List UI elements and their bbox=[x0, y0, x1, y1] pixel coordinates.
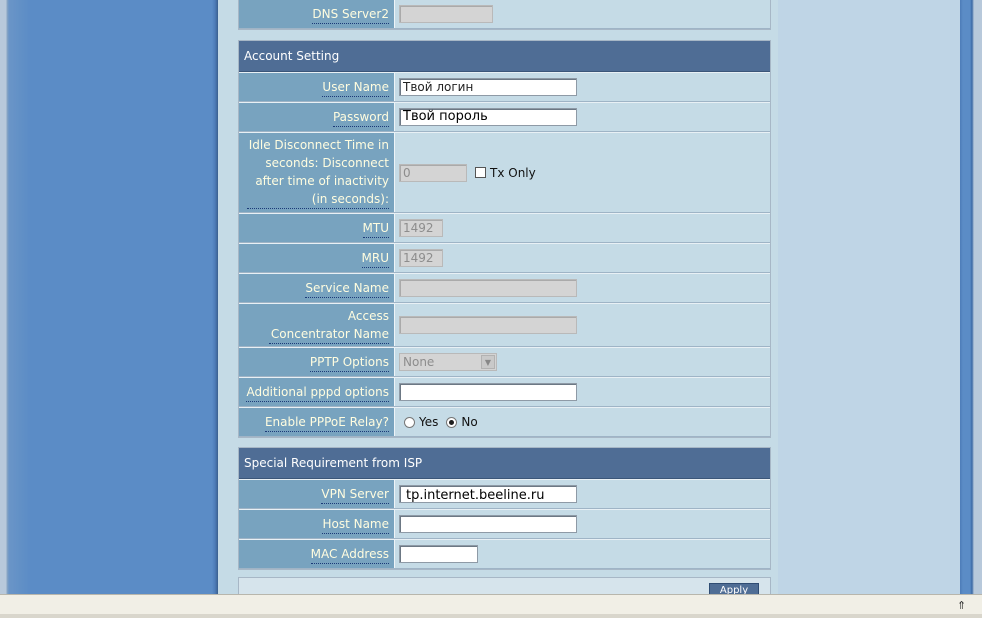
tx-only-checkbox[interactable] bbox=[475, 167, 486, 178]
access-concentrator-row: Access Concentrator Name bbox=[239, 303, 770, 347]
pppoe-relay-value-cell: Yes No bbox=[395, 408, 770, 436]
username-label: User Name bbox=[239, 73, 395, 101]
chevron-down-icon: ▼ bbox=[481, 355, 495, 369]
pppoe-relay-no-radio[interactable] bbox=[446, 416, 458, 428]
special-requirement-header: Special Requirement from ISP bbox=[239, 448, 770, 479]
idle-value-cell: 0 Tx Only bbox=[395, 133, 770, 212]
host-name-input[interactable] bbox=[399, 515, 577, 533]
special-requirement-block: Special Requirement from ISP VPN Server … bbox=[238, 447, 771, 570]
username-row: User Name Твой логин bbox=[239, 72, 770, 102]
vpn-server-input[interactable]: tp.internet.beeline.ru bbox=[399, 485, 577, 503]
service-name-value-cell bbox=[395, 274, 770, 302]
pppoe-relay-yes-label: Yes bbox=[419, 415, 439, 429]
vpn-server-label: VPN Server bbox=[239, 480, 395, 508]
host-name-value-cell bbox=[395, 510, 770, 538]
mac-address-label: MAC Address bbox=[239, 540, 395, 568]
access-concentrator-label: Access Concentrator Name bbox=[239, 304, 395, 346]
account-setting-header: Account Setting bbox=[239, 41, 770, 72]
username-input[interactable]: Твой логин bbox=[399, 78, 577, 96]
pppoe-relay-no-label: No bbox=[461, 415, 478, 429]
service-name-row: Service Name bbox=[239, 273, 770, 303]
mac-address-input[interactable] bbox=[399, 545, 478, 563]
password-input[interactable]: Твой пороль bbox=[399, 108, 577, 126]
service-name-input[interactable] bbox=[399, 279, 577, 297]
pptp-options-value-cell: None ▼ bbox=[395, 348, 770, 376]
right-panel bbox=[778, 0, 982, 594]
mtu-label: MTU bbox=[239, 214, 395, 242]
idle-time-input[interactable]: 0 bbox=[399, 163, 467, 182]
taskbar-strip bbox=[0, 614, 982, 618]
mru-row: MRU 1492 bbox=[239, 243, 770, 273]
mac-address-value-cell bbox=[395, 540, 770, 568]
mac-address-row: MAC Address bbox=[239, 539, 770, 569]
right-edge bbox=[960, 0, 982, 594]
apply-area: Apply bbox=[238, 577, 771, 595]
idle-label: Idle Disconnect Time in seconds: Disconn… bbox=[239, 133, 395, 212]
mtu-row: MTU 1492 bbox=[239, 213, 770, 243]
tx-only-label: Tx Only bbox=[490, 165, 536, 180]
vpn-server-row: VPN Server tp.internet.beeline.ru bbox=[239, 479, 770, 509]
left-sidebar bbox=[0, 0, 218, 594]
pptp-options-row: PPTP Options None ▼ bbox=[239, 347, 770, 377]
password-value-cell: Твой пороль bbox=[395, 103, 770, 131]
dns2-input[interactable] bbox=[399, 5, 493, 23]
pppoe-relay-label: Enable PPPoE Relay? bbox=[239, 408, 395, 436]
pptp-options-label: PPTP Options bbox=[239, 348, 395, 376]
vpn-server-value-cell: tp.internet.beeline.ru bbox=[395, 480, 770, 508]
pppoe-relay-row: Enable PPPoE Relay? Yes No bbox=[239, 407, 770, 437]
host-name-label: Host Name bbox=[239, 510, 395, 538]
dns2-value-cell bbox=[395, 0, 770, 28]
additional-pppd-row: Additional pppd options bbox=[239, 377, 770, 407]
mru-input[interactable]: 1492 bbox=[399, 249, 443, 267]
idle-row: Idle Disconnect Time in seconds: Disconn… bbox=[239, 132, 770, 213]
service-name-label: Service Name bbox=[239, 274, 395, 302]
mtu-value-cell: 1492 bbox=[395, 214, 770, 242]
mru-value-cell: 1492 bbox=[395, 244, 770, 272]
mtu-input[interactable]: 1492 bbox=[399, 219, 443, 237]
pptp-options-selected: None bbox=[403, 355, 435, 369]
dns-block: DNS Server2 bbox=[238, 0, 771, 30]
password-label: Password bbox=[239, 103, 395, 131]
pppoe-relay-yes-radio[interactable] bbox=[404, 416, 415, 428]
username-value-cell: Твой логин bbox=[395, 73, 770, 101]
mru-label: MRU bbox=[239, 244, 395, 272]
password-row: Password Твой пороль bbox=[239, 102, 770, 132]
account-setting-block: Account Setting User Name Твой логин Pas… bbox=[238, 40, 771, 438]
pptp-options-select[interactable]: None ▼ bbox=[399, 353, 497, 371]
access-concentrator-input[interactable] bbox=[399, 316, 577, 334]
access-concentrator-value-cell bbox=[395, 304, 770, 346]
additional-pppd-input[interactable] bbox=[399, 383, 577, 401]
dns2-label: DNS Server2 bbox=[239, 0, 395, 28]
additional-pppd-label: Additional pppd options bbox=[239, 378, 395, 406]
chevron-up-icon[interactable]: ⇑ bbox=[957, 599, 966, 612]
additional-pppd-value-cell bbox=[395, 378, 770, 406]
host-name-row: Host Name bbox=[239, 509, 770, 539]
dns2-row: DNS Server2 bbox=[239, 0, 770, 29]
